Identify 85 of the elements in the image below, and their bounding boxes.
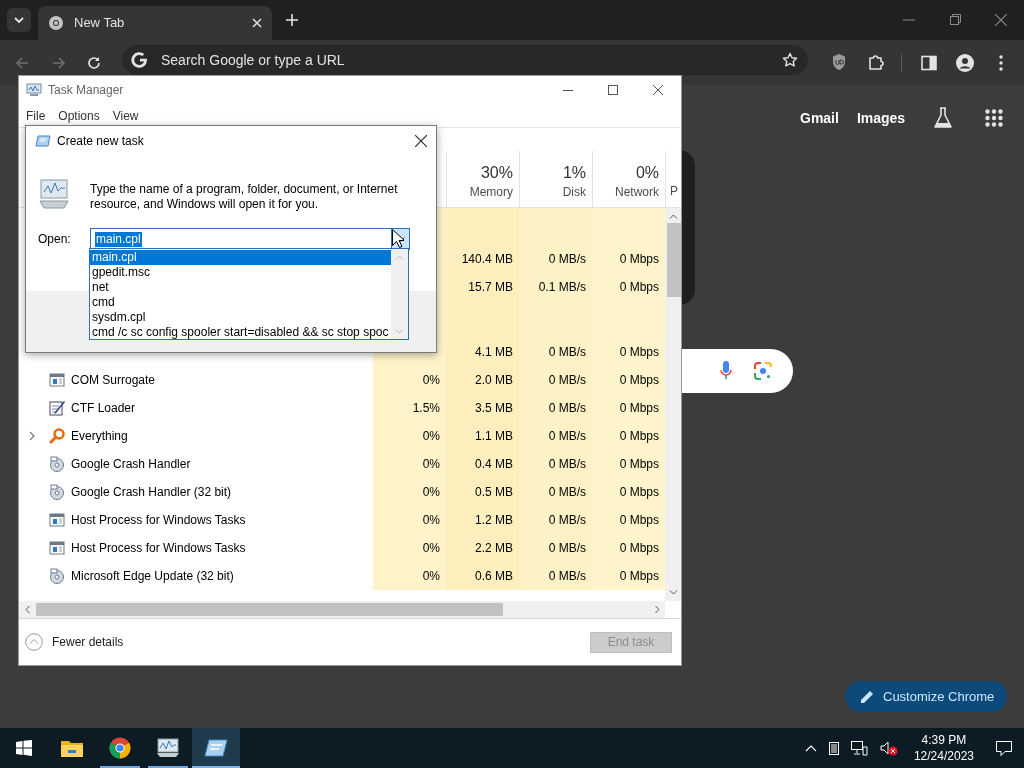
column-header[interactable]: 30% Memory (446, 151, 519, 207)
menu-item[interactable]: View (112, 106, 139, 125)
column-header[interactable]: 1% Disk (519, 151, 592, 207)
table-cell: 0 Mbps (592, 450, 665, 478)
menu-item[interactable]: Options (58, 106, 100, 125)
table-cell: 0% (373, 506, 446, 534)
process-name: Microsoft Edge Update (32 bit) (71, 568, 234, 585)
usage-percent: 1% (562, 163, 586, 183)
history-item[interactable]: main.cpl (90, 250, 391, 265)
process-name: Everything (71, 428, 128, 445)
table-cell: 0 MB/s (519, 450, 592, 478)
table-cell: 0.5 MB (446, 478, 519, 506)
table-cell: 140.4 MB (446, 245, 519, 273)
table-cell: 1.1 MB (446, 422, 519, 450)
address-bar[interactable]: Search Google or type a URL (122, 45, 808, 75)
table-cell: 0 Mbps (592, 534, 665, 562)
table-cell: 0 MB/s (519, 506, 592, 534)
tab-title: New Tab (74, 14, 126, 33)
history-item[interactable]: cmd (90, 295, 391, 310)
dialog-message: Type the name of a program, folder, document, or Internet resource, and Windows will open it for you. (90, 181, 399, 212)
table-cell: 1.5% (373, 394, 446, 422)
table-cell: 2.0 MB (446, 366, 519, 394)
table-cell: 0 Mbps (592, 506, 665, 534)
column-label: Disk (562, 184, 586, 201)
menu-item[interactable]: File (26, 106, 46, 125)
history-item[interactable]: sysdm.cpl (90, 310, 391, 325)
table-cell: 0.6 MB (446, 562, 519, 590)
table-cell: 0 Mbps (592, 366, 665, 394)
clock-date: 12/24/2023 (913, 748, 974, 764)
column-label: Network (615, 184, 659, 201)
table-cell: 0 Mbps (592, 245, 665, 273)
history-item[interactable]: gpedit.msc (90, 265, 391, 280)
table-cell: 0 MB/s (519, 534, 592, 562)
customize-chrome-button[interactable]: Customize Chrome (845, 681, 1007, 712)
process-name: CTF Loader (71, 400, 136, 417)
history-item[interactable]: cmd /c sc config spooler start=disabled && sc stop spoc (90, 325, 391, 339)
table-cell: 15.7 MB (446, 273, 519, 301)
fewer-details-button[interactable]: Fewer details (25, 633, 124, 651)
table-cell: 0 Mbps (592, 478, 665, 506)
history-item[interactable]: net (90, 280, 391, 295)
process-name: Host Process for Windows Tasks (71, 540, 246, 557)
table-cell: 0 MB/s (519, 245, 592, 273)
usage-percent: 30% (480, 163, 513, 183)
process-name: COM Surrogate (71, 372, 156, 389)
table-cell: 0% (373, 534, 446, 562)
process-name: Host Process for Windows Tasks (71, 512, 246, 529)
window-title: Task Manager (48, 82, 124, 99)
dialog-title: Create new task (57, 133, 144, 150)
field-value: main.cpl (95, 231, 142, 247)
column-label: P (670, 184, 678, 198)
usage-percent: 0% (635, 163, 659, 183)
history-dropdown-menu[interactable]: main.cpl gpedit.msc net cmd sysdm.cpl cmd /c sc config spooler start=disabled && sc stop spoc (89, 248, 409, 340)
column-label: Memory (469, 184, 513, 201)
table-cell: 0 MB/s (519, 394, 592, 422)
table-cell: 0% (373, 450, 446, 478)
process-name: Google Crash Handler (32 bit) (71, 484, 232, 501)
table-cell: 4.1 MB (446, 338, 519, 366)
table-cell: 0 Mbps (592, 394, 665, 422)
field-label: Open: (38, 231, 72, 248)
column-header[interactable]: 0% Network (592, 151, 665, 207)
address-placeholder: Search Google or type a URL (161, 50, 346, 70)
table-cell: 0 MB/s (519, 422, 592, 450)
table-cell: 0 Mbps (592, 338, 665, 366)
table-cell: 0 MB/s (519, 478, 592, 506)
table-cell: 1.2 MB (446, 506, 519, 534)
table-cell: 0 MB/s (519, 338, 592, 366)
table-cell: 0% (373, 478, 446, 506)
table-cell: 0 Mbps (592, 273, 665, 301)
header-link[interactable]: Images (856, 105, 906, 131)
table-cell: 2.2 MB (446, 534, 519, 562)
table-cell: 0 MB/s (519, 562, 592, 590)
clock-time: 4:39 PM (921, 732, 967, 748)
table-cell: 0.4 MB (446, 450, 519, 478)
table-cell: 3.5 MB (446, 394, 519, 422)
clock[interactable]: 4:39 PM 12/24/2023 (913, 732, 974, 764)
table-cell: 0 Mbps (592, 422, 665, 450)
table-cell: 0 Mbps (592, 562, 665, 590)
table-cell: 0.1 MB/s (519, 273, 592, 301)
table-cell: 0% (373, 366, 446, 394)
table-cell: 0% (373, 422, 446, 450)
table-cell: 0% (373, 562, 446, 590)
browser-tab[interactable]: New Tab (38, 6, 272, 40)
process-name: Google Crash Handler (71, 456, 191, 473)
header-link[interactable]: Gmail (800, 105, 839, 131)
table-cell: 0 MB/s (519, 366, 592, 394)
